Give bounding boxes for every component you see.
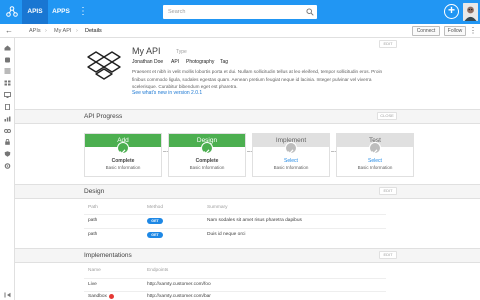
progress-step-implement[interactable]: Implement Select Basic Information (252, 133, 330, 177)
check-icon (117, 142, 129, 155)
step-subtitle: Basic Information (189, 165, 225, 170)
more-options-icon[interactable]: ⋮ (469, 26, 477, 36)
top-app-bar: APIS APPS ⋮ Search + (0, 0, 480, 24)
step-select-link[interactable]: Select (337, 158, 413, 164)
column-header-summary: Summary (207, 205, 228, 210)
api-description: Praesent et nibh in velit mollis loborti… (132, 69, 383, 89)
method-badge: GET (147, 232, 163, 238)
design-row-path[interactable]: path (88, 232, 97, 237)
check-icon (285, 142, 297, 155)
implementation-name[interactable]: Sandbox (88, 294, 107, 299)
section-header-implementations: Implementations (15, 248, 480, 263)
tab-apps[interactable]: APPS (48, 0, 74, 24)
search-placeholder: Search (168, 9, 186, 15)
api-tag-tag[interactable]: Tag (220, 59, 228, 65)
column-header-endpoints: Endpoints (147, 268, 169, 273)
avatar[interactable] (463, 3, 478, 21)
back-arrow-icon[interactable]: ← (5, 26, 13, 36)
step-status: Complete (111, 158, 135, 164)
app-logo-icon[interactable] (6, 6, 18, 18)
implementation-name[interactable]: Live (88, 282, 97, 287)
row-divider (84, 278, 386, 279)
api-tag-photography[interactable]: Photography (186, 59, 214, 65)
edit-design-button[interactable]: EDIT (379, 187, 397, 195)
tab-apis[interactable]: APIS (22, 0, 48, 24)
more-menu-icon[interactable]: ⋮ (78, 5, 88, 19)
column-header-path: Path (88, 205, 98, 210)
column-header-name: Name (88, 268, 101, 273)
connect-button[interactable]: Connect (412, 26, 440, 36)
implementation-endpoint[interactable]: http://xamty.customer.com/foo (147, 282, 211, 287)
database-icon[interactable] (4, 57, 11, 63)
user-avatar-icon (463, 3, 478, 21)
follow-button[interactable]: Follow (444, 26, 466, 36)
whats-new-link[interactable]: See what's new in version 2.0.1 (132, 90, 202, 96)
progress-step-design[interactable]: Design Complete Basic Information (168, 133, 246, 177)
step-subtitle: Basic Information (105, 165, 141, 170)
analytics-icon[interactable] (4, 116, 11, 122)
design-row-summary: Nam sodales sit amet risus pharetra dapi… (207, 218, 302, 223)
alert-icon (109, 294, 114, 299)
lock-icon[interactable] (4, 139, 11, 145)
check-icon (369, 142, 381, 155)
section-title: Design (84, 188, 105, 195)
api-title: My API (132, 46, 161, 56)
monitor-icon[interactable] (4, 92, 11, 98)
breadcrumb-separator: › (76, 28, 78, 34)
grid-icon[interactable] (4, 80, 11, 86)
step-subtitle: Basic Information (273, 165, 309, 170)
section-header-api-progress: API Progress (15, 109, 480, 124)
edit-api-button[interactable]: EDIT (379, 40, 397, 48)
search-icon[interactable] (306, 8, 314, 16)
security-icon[interactable] (4, 151, 11, 157)
design-row-path[interactable]: path (88, 218, 97, 223)
dropbox-logo-icon (87, 51, 121, 80)
left-nav-rail (0, 38, 15, 300)
api-tag-api[interactable]: API (171, 59, 179, 65)
progress-step-test[interactable]: Test Select Basic Information (336, 133, 414, 177)
breadcrumb-separator: › (45, 28, 47, 34)
home-icon[interactable] (4, 45, 11, 51)
section-header-design: Design (15, 184, 480, 199)
check-icon (201, 142, 213, 155)
progress-step-add[interactable]: Add Complete Basic Information (84, 133, 162, 177)
close-progress-button[interactable]: CLOSE (377, 112, 397, 120)
step-status: Complete (195, 158, 219, 164)
settings-icon[interactable] (4, 163, 11, 169)
document-icon[interactable] (4, 104, 11, 110)
row-divider (84, 214, 386, 215)
row-divider (84, 291, 386, 292)
row-divider (84, 228, 386, 229)
api-type-label: Type (176, 49, 187, 55)
design-row-summary: Duis id neque orci (207, 232, 246, 237)
breadcrumb-item-apis[interactable]: APIs (29, 24, 41, 38)
breadcrumb-item-details: Details (85, 28, 102, 34)
implementation-endpoint[interactable]: http://xamty.customer.com/bar (147, 294, 211, 299)
step-subtitle: Basic Information (357, 165, 393, 170)
section-title: API Progress (84, 113, 123, 120)
breadcrumb-item-my-api[interactable]: My API (54, 24, 71, 38)
api-owner[interactable]: Jonathan Doe (132, 59, 163, 65)
step-select-link[interactable]: Select (253, 158, 329, 164)
list-icon[interactable] (4, 68, 11, 74)
edit-implementations-button[interactable]: EDIT (379, 251, 397, 259)
column-header-method: Method (147, 205, 163, 210)
method-badge: GET (147, 218, 163, 224)
add-button[interactable]: + (444, 4, 459, 19)
link-icon[interactable] (4, 128, 11, 134)
breadcrumb-bar: ← APIs › My API › Details Connect Follow… (0, 24, 480, 38)
search-input[interactable]: Search (163, 5, 317, 19)
collapse-menu-icon[interactable] (4, 292, 11, 298)
section-title: Implementations (84, 252, 132, 259)
